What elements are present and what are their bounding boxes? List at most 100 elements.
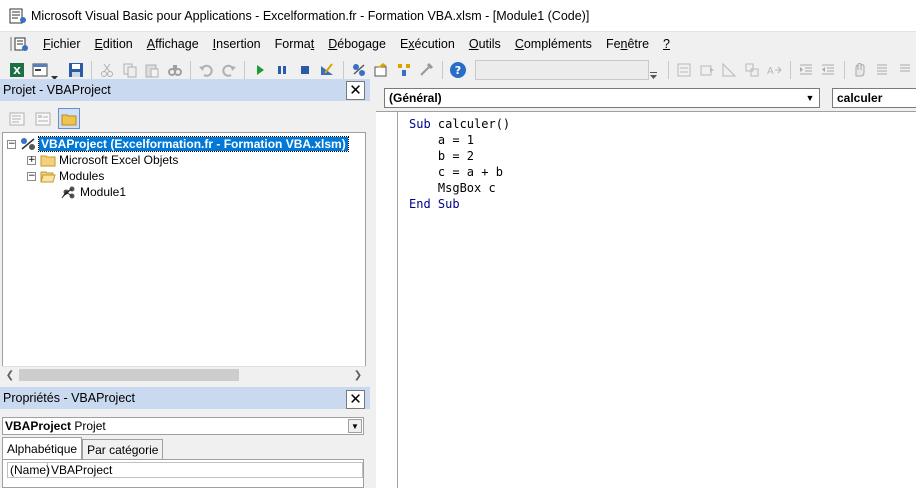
view-excel-icon[interactable]: X	[8, 60, 27, 80]
properties-window-icon[interactable]	[372, 60, 391, 80]
menu-affichage[interactable]: Affichage	[140, 37, 206, 51]
menu-aide[interactable]: ?	[656, 37, 677, 51]
procedure-combo-value: calculer	[837, 91, 883, 105]
code-line[interactable]: MsgBox c	[409, 180, 496, 196]
code-line[interactable]: a = 1	[409, 132, 474, 148]
menu-label-part: ichier	[50, 37, 81, 51]
scroll-right-icon[interactable]: ❯	[350, 367, 366, 383]
menu-format[interactable]: Format	[268, 37, 322, 51]
object-browser-icon[interactable]	[395, 60, 414, 80]
find-icon[interactable]	[165, 60, 184, 80]
tab-alphabetique[interactable]: Alphabétique	[2, 437, 83, 459]
code-margin[interactable]	[376, 112, 398, 488]
view-code-button[interactable]	[6, 108, 28, 129]
chevron-down-icon[interactable]	[51, 60, 59, 80]
menu-execution[interactable]: Exécution	[393, 37, 462, 51]
copy-icon[interactable]	[120, 60, 139, 80]
view-object-button[interactable]	[32, 108, 54, 129]
properties-object-select[interactable]: VBAProject Projet ▼	[2, 417, 364, 435]
project-pane-close-button[interactable]: ✕	[346, 81, 365, 100]
pause-icon[interactable]	[273, 60, 292, 80]
cut-icon[interactable]	[98, 60, 117, 80]
code-line[interactable]: b = 2	[409, 148, 474, 164]
run-icon[interactable]	[251, 60, 270, 80]
collapse-icon[interactable]: −	[27, 171, 36, 181]
undo-icon[interactable]	[197, 60, 216, 80]
menu-label-part: ffichage	[155, 37, 199, 51]
object-combo[interactable]: (Général) ▼	[384, 88, 820, 108]
quick-info-icon[interactable]	[720, 60, 739, 80]
tab-par-categorie[interactable]: Par catégorie	[82, 439, 164, 459]
menu-label-part: dition	[102, 37, 133, 51]
uncomment-block-icon[interactable]	[896, 60, 915, 80]
tree-node-excel-objects[interactable]: + Microsoft Excel Objets	[27, 152, 178, 168]
parameter-info-icon[interactable]	[743, 60, 762, 80]
menu-accelerator-key: D	[328, 37, 338, 51]
toggle-breakpoint-icon[interactable]	[851, 60, 870, 80]
tree-label-module1[interactable]: Module1	[80, 185, 126, 199]
menu-complements[interactable]: Compléments	[508, 37, 599, 51]
scroll-thumb[interactable]	[19, 369, 239, 381]
toolbar-options-icon[interactable]	[649, 60, 658, 80]
list-properties-icon[interactable]	[675, 60, 694, 80]
open-folder-icon	[40, 171, 56, 183]
menu-bar: Fichier Edition Affichage Insertion Format Dé…	[0, 32, 916, 56]
tree-label-excel-objects[interactable]: Microsoft Excel Objets	[59, 153, 178, 167]
reset-icon[interactable]	[296, 60, 315, 80]
code-text: MsgBox c	[409, 181, 496, 195]
property-row[interactable]: (Name) VBAProject	[7, 462, 363, 478]
tree-label-modules[interactable]: Modules	[59, 169, 104, 183]
insert-userform-icon[interactable]	[31, 60, 50, 80]
menu-outils[interactable]: Outils	[462, 37, 508, 51]
toolbar-separator	[441, 61, 443, 79]
procedure-combo[interactable]: calculer	[832, 88, 916, 108]
save-icon[interactable]	[66, 60, 85, 80]
project-pane-title: Projet - VBAProject	[3, 83, 111, 97]
toggle-folders-button[interactable]	[58, 108, 80, 129]
chevron-down-icon[interactable]: ▼	[348, 419, 362, 433]
toolbox-icon[interactable]	[417, 60, 436, 80]
menu-fichier[interactable]: Fichier	[36, 37, 88, 51]
menu-fenetre[interactable]: Fenêtre	[599, 37, 656, 51]
code-line[interactable]: Sub calculer()	[409, 116, 510, 132]
design-mode-icon[interactable]	[318, 60, 337, 80]
properties-pane-header: Propriétés - VBAProject	[0, 387, 370, 409]
indent-icon[interactable]	[797, 60, 816, 80]
outdent-icon[interactable]	[819, 60, 838, 80]
collapse-icon[interactable]: −	[7, 139, 16, 149]
scroll-left-icon[interactable]: ❮	[2, 367, 18, 383]
menu-label-part: ébogage	[337, 37, 386, 51]
tree-node-modules[interactable]: − Modules	[27, 168, 104, 184]
property-value[interactable]: VBAProject	[48, 463, 112, 477]
menu-label-part: écution	[414, 37, 455, 51]
expand-icon[interactable]: +	[27, 155, 36, 165]
menu-insertion[interactable]: Insertion	[206, 37, 268, 51]
redo-icon[interactable]	[219, 60, 238, 80]
project-tree-hscroll[interactable]: ❮ ❯	[2, 366, 366, 382]
title-bar: Microsoft Visual Basic pour Applications…	[0, 0, 916, 32]
properties-pane-close-button[interactable]: ✕	[346, 390, 365, 409]
toolbar-separator	[789, 61, 791, 79]
menu-accelerator-key: E	[94, 37, 103, 51]
code-editor[interactable]: Sub calculer() a = 1 b = 2 c = a + b Msg…	[376, 111, 916, 488]
project-explorer-icon[interactable]	[350, 60, 369, 80]
complete-word-icon[interactable]: A	[765, 60, 784, 80]
toolbar-separator	[843, 61, 845, 79]
list-constants-icon[interactable]	[698, 60, 717, 80]
menu-edition[interactable]: Edition	[88, 37, 140, 51]
paste-icon[interactable]	[143, 60, 162, 80]
menu-debogage[interactable]: Débogage	[321, 37, 393, 51]
module-icon	[61, 186, 75, 199]
code-line[interactable]: End Sub	[409, 196, 460, 212]
tree-label-vbaproject[interactable]: VBAProject (Excelformation.fr - Formatio…	[38, 136, 349, 152]
tree-node-module1[interactable]: Module1	[61, 184, 126, 200]
vba-app-icon	[9, 8, 26, 23]
code-text: c = a + b	[409, 165, 503, 179]
code-line[interactable]: c = a + b	[409, 164, 503, 180]
tree-node-vbaproject[interactable]: − VBAProject (Excelformation.fr - Format…	[7, 136, 349, 152]
code-text: b = 2	[409, 149, 475, 163]
vba-menu-icon	[10, 37, 28, 51]
comment-block-icon[interactable]	[873, 60, 892, 80]
chevron-down-icon[interactable]: ▼	[802, 90, 818, 106]
help-icon[interactable]: ?	[449, 60, 468, 80]
